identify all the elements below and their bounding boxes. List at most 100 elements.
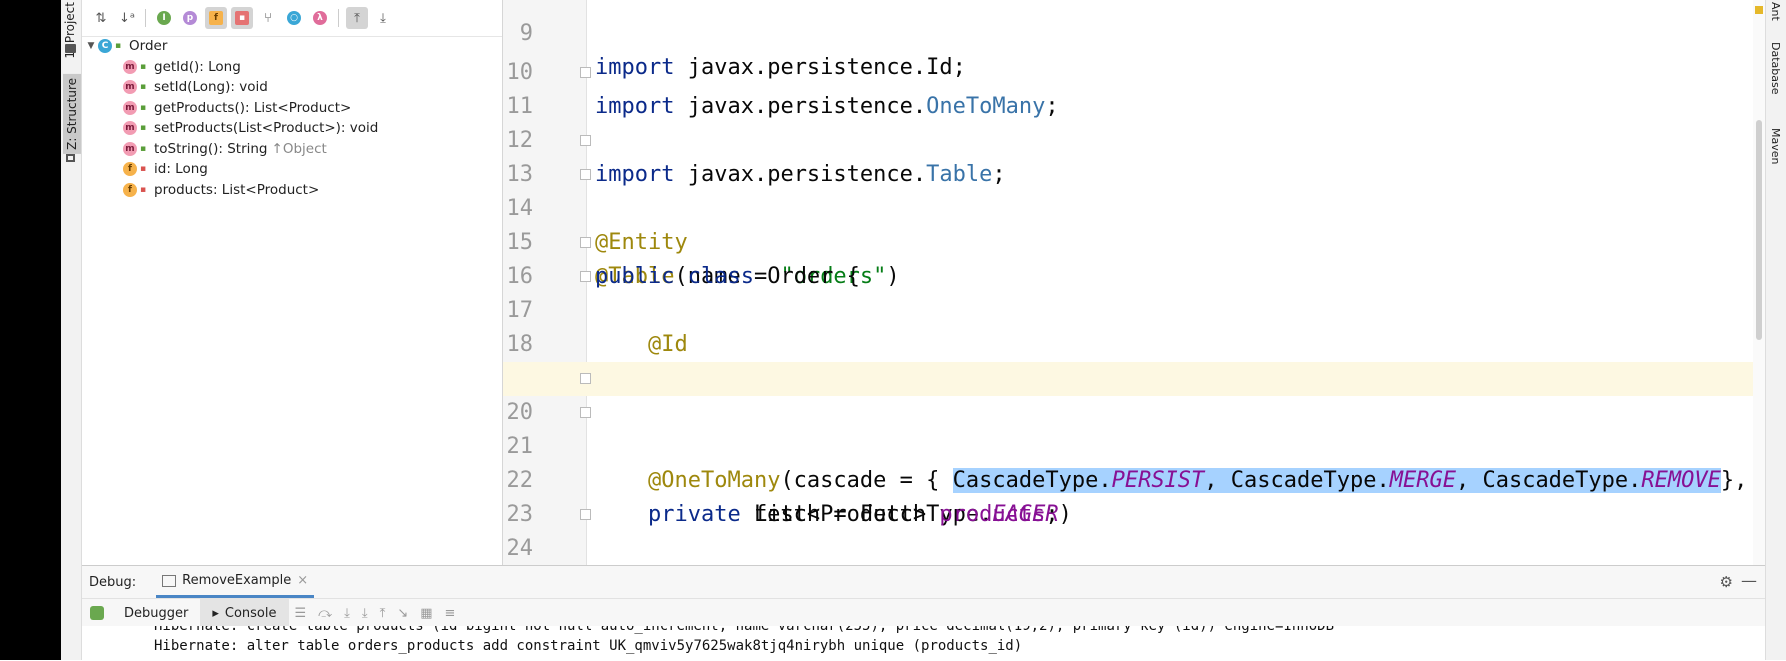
member-label: getProducts(): List<Product> (154, 99, 352, 116)
tab-debugger[interactable]: Debugger (112, 599, 200, 627)
public-icon: ▪ (140, 123, 147, 134)
code-line[interactable]: 13 @Entity (503, 124, 1753, 255)
show-hierarchy-icon[interactable]: ⑂ (257, 7, 279, 29)
code-line[interactable]: 14 @Table(name = "orders") (503, 158, 1753, 289)
code-line[interactable]: 19 (503, 328, 1753, 391)
tree-member[interactable]: m ▪ getId(): Long (82, 57, 502, 78)
method-icon: m (123, 121, 137, 136)
public-icon: ▪ (140, 143, 147, 154)
code-line[interactable]: 17 @GeneratedValue(strategy = Generation… (503, 260, 1753, 391)
class-name: Order (129, 38, 168, 55)
show-inherited-icon[interactable]: I (153, 7, 175, 29)
public-lock-icon: ▪ (115, 41, 122, 52)
tree-member[interactable]: f ▪ id: Long (82, 159, 502, 180)
show-anonymous-icon[interactable]: ○ (283, 7, 305, 29)
expand-triangle-icon[interactable]: ▼ (84, 41, 98, 51)
code-line[interactable]: 16 @Id (503, 226, 1753, 357)
class-icon: C (98, 39, 112, 54)
code-line[interactable]: 9 import javax.persistence.Id; (503, 0, 1753, 80)
structure-tree: ▼ C ▪ Order m ▪ getId(): Long m ▪ setId(… (82, 36, 502, 200)
method-icon: m (123, 141, 137, 156)
private-lock-icon: ▪ (140, 164, 147, 175)
scrollbar-thumb[interactable] (1756, 120, 1762, 340)
code-line[interactable]: 18 private Long id; (503, 294, 1753, 391)
tab-database[interactable]: Database (1769, 42, 1782, 95)
member-label: setId(Long): void (154, 79, 268, 96)
menu-icon[interactable]: ☰ (295, 606, 307, 621)
run-config-tab[interactable]: RemoveExample × (156, 566, 315, 598)
code-line[interactable]: 15 public class Order { (503, 192, 1753, 289)
public-icon: ▪ (140, 82, 147, 93)
tab-maven[interactable]: Maven (1769, 128, 1782, 164)
field-icon: f (123, 162, 137, 177)
tab-structure[interactable]: Z: Structure (63, 74, 81, 154)
screen-left-border (0, 0, 61, 660)
autoscroll-to-source-icon[interactable]: ⤒ (346, 7, 368, 29)
fold-marker-icon[interactable] (580, 271, 591, 282)
method-icon: m (123, 59, 137, 74)
tree-member[interactable]: m ▪ setId(Long): void (82, 77, 502, 98)
trace-icon[interactable]: ≡ (445, 606, 456, 621)
tree-member[interactable]: m ▪ toString(): String ↑Object (82, 139, 502, 160)
gear-icon[interactable]: ⚙ (1720, 573, 1733, 591)
code-line[interactable]: 10 import javax.persistence.OneToMany; (503, 22, 1753, 119)
toolbar-divider (338, 9, 339, 27)
tab-ant[interactable]: Ant (1769, 2, 1782, 21)
tab-label: Console (224, 605, 277, 621)
member-label: id: Long (154, 161, 208, 178)
debug-panel: Debug: RemoveExample × ⚙ — Debugger ▸ Co… (82, 565, 1765, 661)
tree-member[interactable]: m ▪ setProducts(List<Product>): void (82, 118, 502, 139)
tree-member[interactable]: m ▪ getProducts(): List<Product> (82, 98, 502, 119)
close-icon[interactable]: × (297, 573, 308, 588)
tree-class-node[interactable]: ▼ C ▪ Order (82, 36, 502, 57)
code-line[interactable]: 22 private List<Product> products; (503, 430, 1753, 527)
show-properties-icon[interactable]: p (179, 7, 201, 29)
code-line[interactable]: 11 import javax.persistence.Table; (503, 56, 1753, 187)
fold-marker-icon[interactable] (580, 237, 591, 248)
debug-label: Debug: (89, 574, 137, 590)
method-icon: m (123, 100, 137, 115)
fold-marker-icon[interactable] (580, 373, 591, 384)
tab-console[interactable]: ▸ Console (200, 599, 289, 627)
sort-by-type-icon[interactable]: ⇅ (90, 7, 112, 29)
code-line[interactable]: 24 public Long getId() { return id; } (503, 498, 1753, 561)
member-label: setProducts(List<Product>): void (154, 120, 379, 137)
code-line[interactable]: 12 (503, 90, 1753, 153)
inherited-from: ↑Object (271, 140, 327, 157)
fold-marker-icon[interactable] (580, 407, 591, 418)
code-line-current[interactable]: 20 @OneToMany(cascade = { CascadeType.PE… (503, 362, 1753, 493)
run-config-name: RemoveExample (182, 573, 292, 588)
fold-marker-icon[interactable] (580, 509, 591, 520)
evaluate-icon[interactable]: ▦ (420, 606, 432, 621)
code-editor[interactable]: 9 import javax.persistence.Id; 10 import… (503, 0, 1753, 565)
show-lambdas-icon[interactable]: λ (309, 7, 331, 29)
code-line[interactable]: 21 fetch = FetchType.EAGER) (503, 396, 1753, 527)
force-step-into-icon[interactable]: ⤓ (362, 606, 368, 621)
console-line: Hibernate: create table products (id big… (154, 626, 1335, 634)
code-line[interactable]: 23 (503, 464, 1753, 527)
run-to-cursor-icon[interactable]: ↘ (397, 606, 408, 621)
console-line: Hibernate: alter table orders_products a… (154, 638, 1023, 654)
editor-scrollbar[interactable] (1753, 0, 1765, 565)
tree-member[interactable]: f ▪ products: List<Product> (82, 180, 502, 201)
minimize-icon[interactable]: — (1741, 571, 1757, 590)
show-fields-icon[interactable]: f (205, 7, 227, 29)
debug-bug-icon (90, 606, 104, 620)
tab-label: Debugger (124, 605, 189, 621)
toolbar-divider (145, 9, 146, 27)
console-icon: ▸ (212, 605, 219, 621)
show-non-public-icon[interactable]: ▪ (231, 7, 253, 29)
step-out-icon[interactable]: ⤒ (380, 606, 386, 621)
fold-marker-icon[interactable] (580, 135, 591, 146)
console-output[interactable]: Hibernate: create table products (id big… (82, 626, 1765, 661)
run-config-icon (162, 574, 177, 587)
step-into-icon[interactable]: ⤓ (344, 606, 350, 621)
autoscroll-from-source-icon[interactable]: ⤓ (372, 7, 394, 29)
warning-marker-icon[interactable] (1755, 6, 1763, 14)
code-line[interactable]: 27 (503, 532, 1753, 565)
fold-marker-icon[interactable] (580, 67, 591, 78)
debug-header: Debug: RemoveExample × ⚙ — (82, 566, 1765, 598)
step-over-icon[interactable]: ⤼ (318, 606, 332, 621)
sort-alpha-icon[interactable]: ↓ᵃ (116, 7, 138, 29)
fold-marker-icon[interactable] (580, 169, 591, 180)
